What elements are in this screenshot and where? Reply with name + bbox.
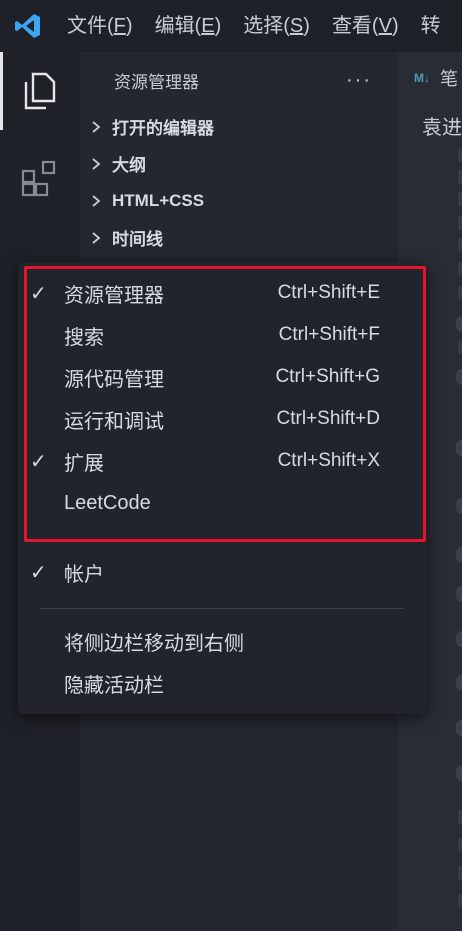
section-label: 大纲 <box>112 156 146 175</box>
tab-label: 笔 <box>440 69 458 89</box>
menu-separator <box>40 608 404 609</box>
menu-item-source-control[interactable]: 源代码管理 Ctrl+Shift+G <box>18 356 426 398</box>
gutter-fold-marker <box>456 675 462 691</box>
menu-view[interactable]: 查看(V) <box>321 0 410 52</box>
chevron-right-icon <box>90 194 112 208</box>
vscode-logo-icon <box>0 0 56 52</box>
section-open-editors[interactable]: 打开的编辑器 <box>80 108 398 145</box>
chevron-right-icon <box>90 231 112 245</box>
section-label: 时间线 <box>112 230 163 249</box>
section-timeline[interactable]: 时间线 <box>80 219 398 256</box>
section-outline[interactable]: 大纲 <box>80 145 398 182</box>
menu-item-move-sidebar-right[interactable]: 将侧边栏移动到右侧 <box>18 620 426 662</box>
gutter-fold-marker <box>456 547 462 563</box>
gutter-fold-marker <box>456 498 462 514</box>
menu-item-search[interactable]: 搜索 Ctrl+Shift+F <box>18 314 426 356</box>
menu-item-explorer[interactable]: ✓ 资源管理器 Ctrl+Shift+E <box>18 272 426 314</box>
gutter-line-marker <box>458 148 462 162</box>
gutter-fold-marker <box>456 586 462 602</box>
menu-item-run-debug[interactable]: 运行和调试 Ctrl+Shift+D <box>18 398 426 440</box>
menu-item-hide-activity-bar[interactable]: 隐藏活动栏 <box>18 662 426 704</box>
gutter-line-marker <box>458 340 462 354</box>
gutter-line-marker <box>458 216 462 230</box>
gutter-line-marker <box>458 838 462 852</box>
gutter-line-marker <box>458 866 462 880</box>
gutter-line-marker <box>458 238 462 252</box>
breadcrumb[interactable]: 袁进 <box>398 104 462 152</box>
menu-file[interactable]: 文件(F) <box>56 0 144 52</box>
section-html-css[interactable]: HTML+CSS <box>80 182 398 219</box>
gutter-line-marker <box>458 286 462 300</box>
gutter-line-marker <box>458 192 462 206</box>
chevron-right-icon <box>90 120 112 134</box>
section-label: HTML+CSS <box>112 190 205 210</box>
check-icon: ✓ <box>30 450 47 473</box>
chevron-right-icon <box>90 157 112 171</box>
gutter-line-marker <box>458 894 462 908</box>
menu-selection[interactable]: 选择(S) <box>232 0 321 52</box>
gutter-fold-marker <box>456 316 462 332</box>
menu-item-accounts[interactable]: ✓ 帐户 <box>18 551 426 593</box>
gutter-fold-marker <box>456 369 462 385</box>
title-bar: 文件(F) 编辑(E) 选择(S) 查看(V) 转 <box>0 0 462 52</box>
menu-edit[interactable]: 编辑(E) <box>144 0 233 52</box>
check-icon: ✓ <box>30 282 47 305</box>
section-label: 打开的编辑器 <box>112 119 214 138</box>
activity-bar-context-menu: ✓ 资源管理器 Ctrl+Shift+E 搜索 Ctrl+Shift+F 源代码… <box>18 262 426 714</box>
menu-item-extensions[interactable]: ✓ 扩展 Ctrl+Shift+X <box>18 440 426 482</box>
files-icon[interactable] <box>0 52 80 130</box>
gutter-fold-marker <box>456 765 462 781</box>
gutter-fold-marker <box>456 631 462 647</box>
sidebar-title: 资源管理器 <box>114 72 199 92</box>
gutter-line-marker <box>458 810 462 824</box>
vscode-window: 文件(F) 编辑(E) 选择(S) 查看(V) 转 资源管理器 ··· 打开的编… <box>0 0 462 931</box>
extensions-icon[interactable] <box>0 140 80 218</box>
more-actions-button[interactable]: ··· <box>346 69 372 92</box>
menu-item-leetcode[interactable]: LeetCode <box>18 482 426 524</box>
sidebar-header: 资源管理器 ··· <box>80 52 398 108</box>
editor-tab[interactable]: M↓ 笔 <box>398 52 462 104</box>
check-icon: ✓ <box>30 561 47 584</box>
gutter-line-marker <box>458 170 462 184</box>
gutter-line-marker <box>458 262 462 276</box>
gutter-fold-marker <box>456 720 462 736</box>
menu-go[interactable]: 转 <box>410 0 452 52</box>
markdown-icon: M↓ <box>414 71 430 85</box>
gutter-fold-marker <box>456 440 462 456</box>
